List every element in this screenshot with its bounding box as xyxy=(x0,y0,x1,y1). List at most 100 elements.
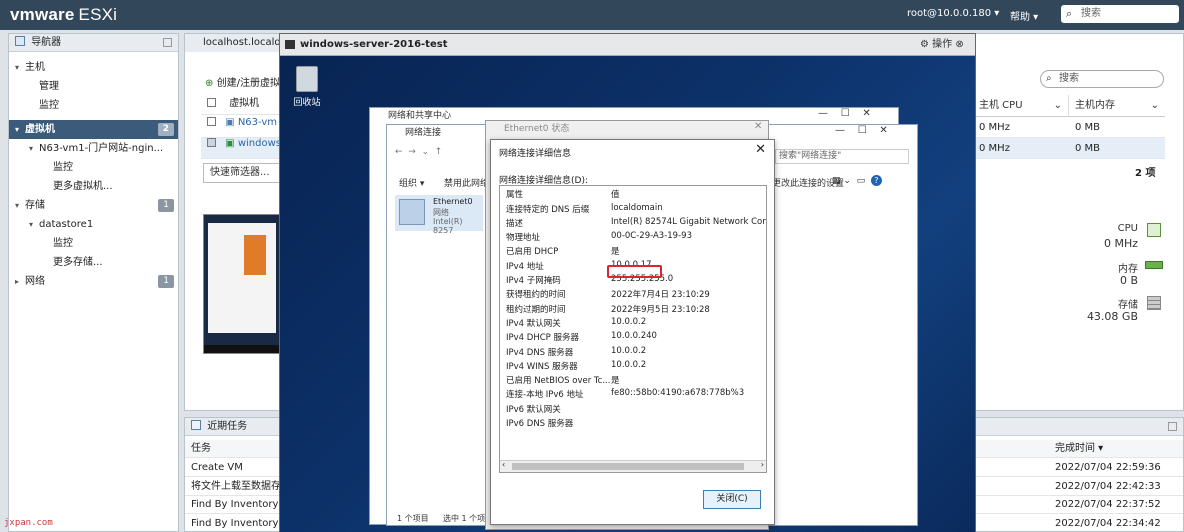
navigator-header: 导航器 xyxy=(9,34,178,52)
property-name: IPv4 DHCP 服务器 xyxy=(506,333,579,344)
global-search-input[interactable]: ⌕ 搜索 xyxy=(1061,5,1179,23)
user-menu[interactable]: root@10.0.0.180 ▾ xyxy=(907,8,999,19)
disable-device-button[interactable]: 禁用此网络 xyxy=(444,176,489,189)
table-row[interactable]: ▣ windows xyxy=(201,138,281,159)
sidebar-item[interactable]: ▸ 网络 1 xyxy=(9,272,178,291)
storage-icon xyxy=(1147,296,1161,310)
close-button[interactable]: 关闭(C) xyxy=(703,490,761,509)
task-completed-time: 2022/07/04 22:34:42 xyxy=(1055,517,1161,529)
expand-icon[interactable]: ▾ xyxy=(29,139,39,158)
property-value: 是 xyxy=(611,376,620,387)
console-actions-menu[interactable]: ⚙ 操作 ⊗ xyxy=(920,34,964,56)
property-name: 已启用 NetBIOS over Tc... xyxy=(506,376,611,387)
connection-details-dialog: 网络连接详细信息 ✕ 网络连接详细信息(D): 属性 值 连接特定的 DNS 后… xyxy=(490,139,775,525)
list-item[interactable]: 已启用 NetBIOS over Tc... 是 xyxy=(500,374,766,388)
column-header-task[interactable]: 任务 xyxy=(191,440,211,458)
item-count: 2 项 xyxy=(1135,168,1156,179)
list-item[interactable]: IPv6 默认网关 xyxy=(500,403,766,417)
memory-label: 内存 xyxy=(1118,264,1138,275)
list-item[interactable]: IPv4 WINS 服务器 10.0.0.2 xyxy=(500,360,766,374)
memory-icon xyxy=(1145,261,1163,269)
organize-menu[interactable]: 组织 ▾ xyxy=(399,176,424,189)
collapse-icon[interactable] xyxy=(163,38,172,47)
select-all-checkbox[interactable] xyxy=(207,98,216,107)
task-completed-time: 2022/07/04 22:42:33 xyxy=(1055,480,1161,492)
expand-icon[interactable]: ▾ xyxy=(15,58,25,77)
property-value: 00-0C-29-A3-19-93 xyxy=(611,231,692,242)
column-header-host-memory[interactable]: 主机内存 ⌄ xyxy=(1069,95,1165,117)
sidebar-item[interactable]: ▾ 存储 1 xyxy=(9,196,178,215)
nav-arrows[interactable]: ← → ⌄ ↑ xyxy=(395,147,442,157)
sidebar-item[interactable]: ▾ N63-vm1-门户网站-ngin... xyxy=(9,139,178,158)
count-badge: 2 xyxy=(157,123,174,136)
property-value: 是 xyxy=(611,247,620,258)
vm-console-thumbnail[interactable] xyxy=(203,214,281,354)
expand-icon[interactable]: ▾ xyxy=(15,196,25,215)
sidebar-item[interactable]: ▾ 虚拟机 2 xyxy=(9,120,178,139)
sidebar-item[interactable]: 监控 xyxy=(9,96,178,115)
row-checkbox[interactable] xyxy=(207,117,216,126)
storage-label: 存储 xyxy=(1118,300,1138,311)
list-item[interactable]: 描述 Intel(R) 82574L Gigabit Network Connec xyxy=(500,217,766,231)
sidebar-item[interactable]: 更多虚拟机... xyxy=(9,177,178,196)
ipv4-highlight-box xyxy=(607,265,662,278)
sidebar-item-label: datastore1 xyxy=(39,219,94,230)
vm-search-input[interactable]: ⌕ 搜索 xyxy=(1040,70,1164,88)
close-icon[interactable]: ✕ xyxy=(754,121,762,132)
property-name: 描述 xyxy=(506,218,524,229)
table-row[interactable]: 0 MHz 0 MB xyxy=(973,117,1165,138)
property-name: IPv6 默认网关 xyxy=(506,404,561,415)
expand-icon[interactable]: ▸ xyxy=(15,272,25,291)
sidebar-item[interactable]: ▾ 主机 xyxy=(9,58,178,77)
list-item[interactable]: IPv4 默认网关 10.0.0.2 xyxy=(500,317,766,331)
list-item[interactable]: IPv6 DNS 服务器 xyxy=(500,417,766,431)
list-item[interactable]: 连接特定的 DNS 后缀 localdomain xyxy=(500,203,766,217)
window-controls[interactable]: — ☐ ✕ xyxy=(818,108,871,119)
collapse-icon[interactable] xyxy=(1168,422,1177,431)
list-item[interactable]: 物理地址 00-0C-29-A3-19-93 xyxy=(500,231,766,245)
list-item[interactable]: 获得租约的时间 2022年7月4日 23:10:29 xyxy=(500,288,766,302)
window-controls[interactable]: — ☐ ✕ xyxy=(835,125,888,136)
details-list[interactable]: 属性 值 连接特定的 DNS 后缀 localdomain 描述 Intel(R) 8… xyxy=(499,185,767,473)
row-checkbox[interactable] xyxy=(207,138,216,147)
list-item[interactable]: IPv4 DNS 服务器 10.0.0.2 xyxy=(500,346,766,360)
property-name: IPv4 WINS 服务器 xyxy=(506,361,578,372)
property-value: 2022年7月4日 23:10:29 xyxy=(611,290,710,301)
sidebar-item[interactable]: ▾ datastore1 xyxy=(9,215,178,234)
task-name: 将文件上载至数据存储 xyxy=(191,480,291,492)
sidebar-item[interactable]: 管理 xyxy=(9,77,178,96)
horizontal-scrollbar[interactable]: ‹ › xyxy=(500,460,766,472)
create-vm-button[interactable]: ⊕ 创建/注册虚拟 xyxy=(205,74,280,89)
dialog-title: 网络连接详细信息 xyxy=(499,149,572,159)
view-options-icon[interactable]: ▦ ⌄ ▭ ? xyxy=(832,175,882,186)
tab-host[interactable]: localhost.localdo xyxy=(185,34,285,52)
quick-filter-select[interactable]: 快速筛选器... xyxy=(203,163,281,183)
cpu-value: 0 MHz xyxy=(1103,237,1138,250)
sidebar-item[interactable]: 监控 xyxy=(9,234,178,253)
adapter-ethernet0[interactable]: Ethernet0 网络 Intel(R) 8257 xyxy=(395,195,483,235)
close-icon[interactable]: ✕ xyxy=(755,142,766,157)
sidebar-item[interactable]: 监控 xyxy=(9,158,178,177)
list-item[interactable]: 连接-本地 IPv6 地址 fe80::58b0:4190:a678:778b%3 xyxy=(500,388,766,402)
table-row[interactable]: ▣ N63-vm xyxy=(201,117,281,138)
memory-cell: 0 MB xyxy=(1075,143,1101,154)
tasks-icon xyxy=(191,420,201,430)
table-row[interactable]: 0 MHz 0 MB xyxy=(973,138,1165,159)
expand-icon[interactable]: ▾ xyxy=(29,215,39,234)
windows-desktop: 回收站 网络和共享中心 — ☐ ✕ 网络连接 — ☐ ✕ ← → ⌄ ↑ 搜索"… xyxy=(280,56,975,532)
expand-icon[interactable]: ▾ xyxy=(15,120,25,139)
recycle-bin-icon[interactable]: 回收站 xyxy=(292,66,322,108)
sidebar-item[interactable]: 更多存储... xyxy=(9,253,178,272)
list-item[interactable]: IPv4 DHCP 服务器 10.0.0.240 xyxy=(500,331,766,345)
property-name: 租约过期的时间 xyxy=(506,304,566,315)
list-item[interactable]: 已启用 DHCP 是 xyxy=(500,245,766,259)
memory-cell: 0 MB xyxy=(1075,122,1101,133)
list-item[interactable]: 租约过期的时间 2022年9月5日 23:10:28 xyxy=(500,303,766,317)
navigator-panel: 导航器 ▾ 主机 管理 监控 ▾ 虚拟机 2 ▾ N63-vm1-门户网站-ngin... 监控更… xyxy=(8,33,179,532)
help-menu[interactable]: 帮助 ▾ xyxy=(1010,8,1038,23)
column-header-completed[interactable]: 完成时间 ▾ xyxy=(1055,440,1103,458)
column-header-host-cpu[interactable]: 主机 CPU ⌄ xyxy=(973,95,1069,117)
cpu-label: CPU xyxy=(1117,223,1138,234)
search-connections-input[interactable]: 搜索"网络连接" xyxy=(775,149,909,164)
navigator-icon xyxy=(15,36,25,46)
